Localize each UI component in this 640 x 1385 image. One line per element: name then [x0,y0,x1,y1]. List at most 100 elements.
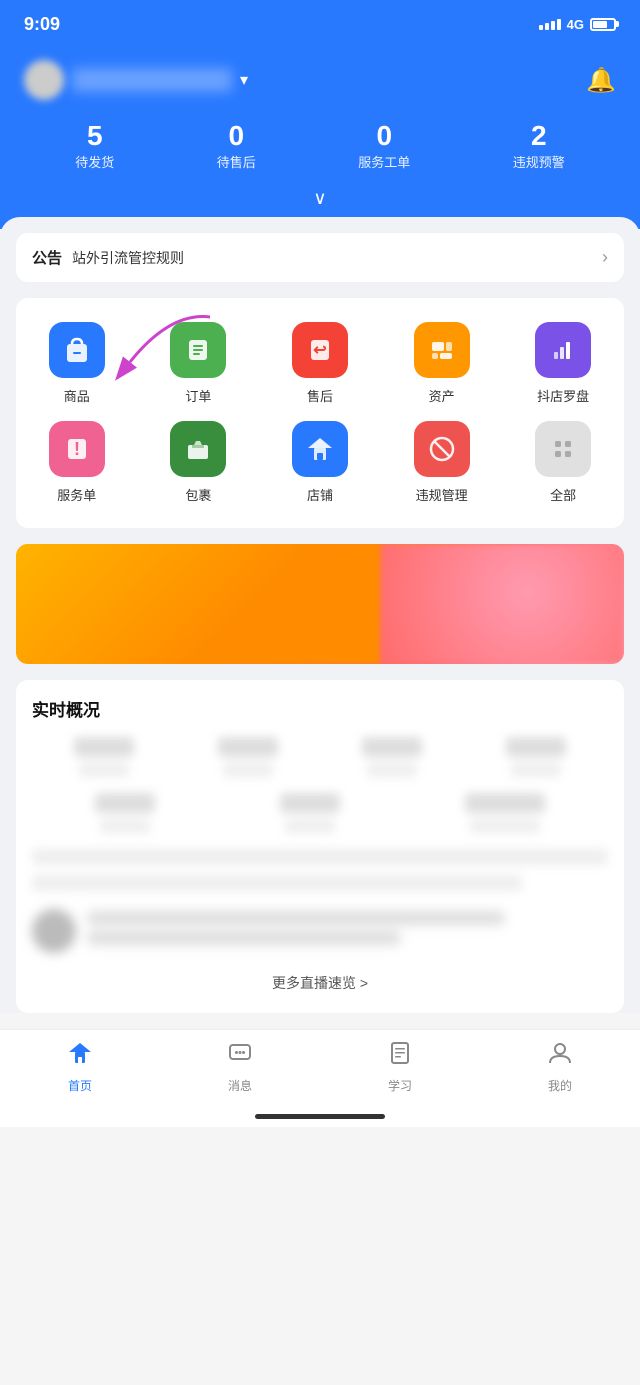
service-label: 服务单 [57,485,96,504]
home-bar [255,1114,385,1119]
blurred-stat-3 [362,737,422,777]
learn-nav-icon [387,1040,413,1073]
aftersale-label: 售后 [307,386,333,405]
announcement-bar[interactable]: 公告 站外引流管控规则 › [16,233,624,282]
order-icon [170,322,226,378]
realtime-footer-text: 更多直播速览 > [272,975,368,991]
realtime-section: 实时概况 [16,680,624,1013]
menu-item-goods[interactable]: 商品 [27,322,127,405]
menu-item-compass[interactable]: 抖店罗盘 [513,322,613,405]
home-indicator [0,1114,640,1127]
menu-item-assets[interactable]: 资产 [392,322,492,405]
nav-label-mine: 我的 [548,1077,572,1094]
blurred-stats-row-2 [32,793,608,833]
violation-label: 违规管理 [416,485,468,504]
stat-service-order[interactable]: 0 服务工单 [358,120,410,172]
svg-text:!: ! [74,439,80,459]
stat-violation-warning[interactable]: 2 违规预警 [513,120,565,172]
home-nav-icon [67,1040,93,1073]
menu-item-violation[interactable]: 违规管理 [392,421,492,504]
blurred-bar-2 [32,875,522,891]
stat-num-service-order: 0 [358,120,410,152]
menu-grid: 商品 订单 ↩ [16,298,624,528]
nav-item-message[interactable]: 消息 [160,1040,320,1094]
menu-item-all[interactable]: 全部 [513,421,613,504]
expand-hint[interactable]: ∨ [24,180,616,209]
violation-icon [414,421,470,477]
nav-item-home[interactable]: 首页 [0,1040,160,1094]
goods-icon [49,322,105,378]
menu-item-store[interactable]: 店铺 [270,421,370,504]
shop-avatar [24,60,64,100]
nav-item-mine[interactable]: 我的 [480,1040,640,1094]
service-icon: ! [49,421,105,477]
blurred-stat-2 [218,737,278,777]
menu-item-aftersale[interactable]: ↩ 售后 [270,322,370,405]
stat-num-violation: 2 [513,120,565,152]
nav-label-message: 消息 [228,1077,252,1094]
blurred-stat-5 [95,793,155,833]
order-label: 订单 [185,386,211,405]
signal-icon [539,19,561,30]
banner-left [16,544,381,664]
package-icon [170,421,226,477]
blurred-avatar-row [32,901,608,961]
all-label: 全部 [550,485,576,504]
menu-item-package[interactable]: 包裹 [148,421,248,504]
menu-item-order[interactable]: 订单 [148,322,248,405]
nav-item-learn[interactable]: 学习 [320,1040,480,1094]
notification-icon[interactable]: 🔔 [586,66,616,95]
announcement-badge: 公告 [32,247,62,268]
message-nav-icon [227,1040,253,1073]
stats-row: 5 待发货 0 待售后 0 服务工单 2 违规预警 [24,120,616,180]
nav-label-learn: 学习 [388,1077,412,1094]
goods-label: 商品 [64,386,90,405]
main-content: 公告 站外引流管控规则 › 商品 [0,217,640,1013]
banner-right [381,544,624,664]
menu-row-2: ! 服务单 包裹 [16,413,624,512]
stat-num-pending-after: 0 [217,120,256,152]
compass-label: 抖店罗盘 [537,386,589,405]
blurred-bar-1 [32,849,608,865]
assets-icon [414,322,470,378]
menu-row-1: 商品 订单 ↩ [16,314,624,413]
realtime-title: 实时概况 [32,696,608,721]
stat-label-pending-ship: 待发货 [75,155,114,170]
store-label: 店铺 [307,485,333,504]
stat-label-service-order: 服务工单 [358,155,410,170]
store-icon [292,421,348,477]
stat-num-pending-ship: 5 [75,120,114,152]
stat-label-violation: 违规预警 [513,155,565,170]
svg-text:↩: ↩ [313,342,326,359]
stat-pending-ship[interactable]: 5 待发货 [75,120,114,172]
compass-icon [535,322,591,378]
status-bar: 9:09 4G [0,0,640,48]
announcement-arrow-icon: › [602,247,608,268]
shop-selector[interactable]: ▾ 🔔 [24,60,616,100]
all-icon [535,421,591,477]
blurred-stat-6 [280,793,340,833]
network-label: 4G [567,17,584,32]
blurred-lines [88,911,608,951]
chevron-down-icon[interactable]: ▾ [240,70,248,90]
header: ▾ 🔔 5 待发货 0 待售后 0 服务工单 2 违规预警 ∨ [0,48,640,229]
assets-label: 资产 [429,386,455,405]
package-label: 包裹 [185,485,211,504]
status-time: 9:09 [24,14,60,35]
blurred-stats-row-1 [32,737,608,777]
realtime-content-blurred [32,737,608,961]
nav-label-home: 首页 [68,1077,92,1094]
mine-nav-icon [547,1040,573,1073]
shop-name-blurred [72,68,232,92]
blurred-stat-4 [506,737,566,777]
stat-pending-after[interactable]: 0 待售后 [217,120,256,172]
bottom-nav: 首页 消息 学习 [0,1029,640,1114]
realtime-footer[interactable]: 更多直播速览 > [32,961,608,997]
banner-inner [16,544,624,664]
status-icons: 4G [539,17,616,32]
banner[interactable] [16,544,624,664]
menu-item-service[interactable]: ! 服务单 [27,421,127,504]
aftersale-icon: ↩ [292,322,348,378]
stat-label-pending-after: 待售后 [217,155,256,170]
announcement-text: 站外引流管控规则 [72,248,592,268]
